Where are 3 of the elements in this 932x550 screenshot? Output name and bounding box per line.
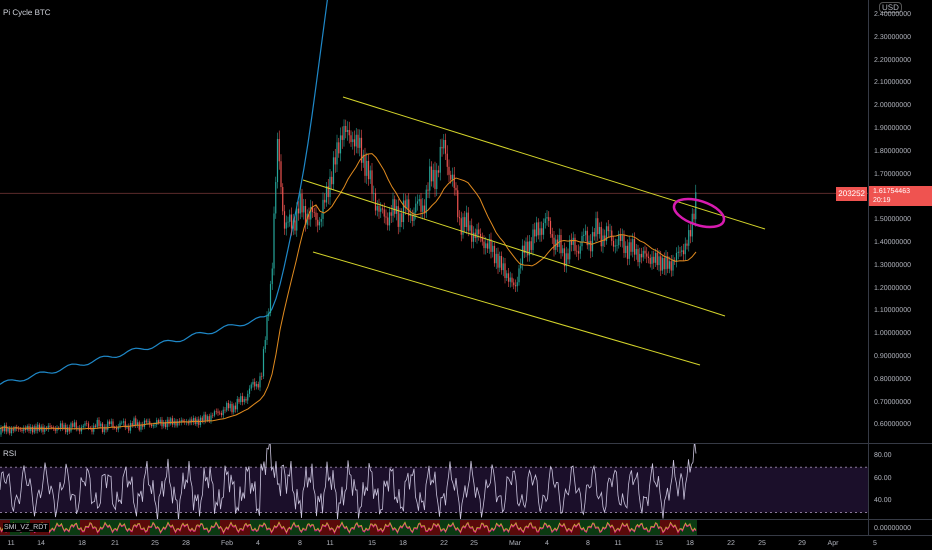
price-tag: 203252 [836, 187, 867, 201]
rsi-label: RSI [3, 448, 16, 460]
chart-title: Pi Cycle BTC [3, 7, 51, 19]
